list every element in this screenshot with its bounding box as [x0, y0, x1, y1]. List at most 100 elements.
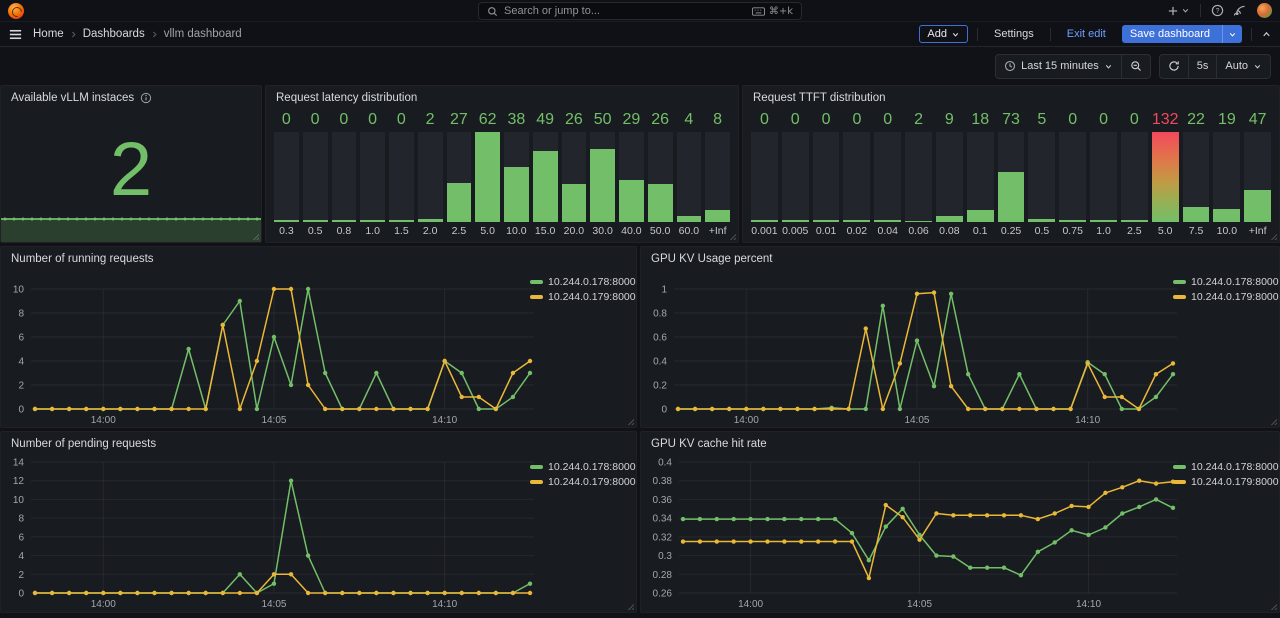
legend-item[interactable]: 10.244.0.179:8000	[530, 291, 626, 303]
stat-value: 2	[110, 132, 152, 208]
legend-item[interactable]: 10.244.0.178:8000	[530, 276, 626, 288]
bar-column: 01.0	[360, 110, 385, 240]
bar-bucket-label: 50.0	[648, 222, 673, 240]
time-series-viz[interactable]: 024681014:0014:0514:1010.244.0.178:80001…	[1, 271, 636, 427]
time-series-viz[interactable]: 00.20.40.60.8114:0014:0514:1010.244.0.17…	[641, 271, 1279, 427]
bar-fill	[705, 210, 730, 222]
save-dashboard-button[interactable]: Save dashboard	[1122, 25, 1242, 43]
panel-title[interactable]: Request latency distribution	[276, 92, 417, 104]
bar-bucket-label: 0.3	[274, 222, 299, 240]
panel-resize-handle[interactable]	[252, 233, 259, 240]
bar-value-label: 0	[843, 110, 870, 132]
bar-value-label: 0	[360, 110, 385, 132]
legend-series-marker	[530, 465, 543, 469]
bar-track	[1213, 132, 1240, 222]
time-series-viz[interactable]: 0.260.280.30.320.340.360.380.414:0014:05…	[641, 456, 1279, 612]
bar-value-label: 5	[1028, 110, 1055, 132]
panel-resize-handle[interactable]	[1270, 418, 1277, 425]
bar-fill	[874, 220, 901, 222]
bar-gauge[interactable]: 00.300.500.801.001.522.0272.5625.03810.0…	[266, 110, 738, 243]
add-menu-button[interactable]	[1167, 5, 1190, 17]
bar-value-label: 26	[648, 110, 673, 132]
svg-text:8: 8	[18, 309, 24, 320]
time-range-picker[interactable]: Last 15 minutes	[996, 55, 1121, 78]
panel-resize-handle[interactable]	[1270, 233, 1277, 240]
bar-value-label: 26	[562, 110, 587, 132]
bar-value-label: 38	[504, 110, 529, 132]
chart-legend: 10.244.0.178:8000 10.244.0.179:8000	[1173, 461, 1269, 488]
bar-track	[677, 132, 702, 222]
svg-text:4: 4	[18, 551, 24, 562]
search-input[interactable]: Search or jump to... ⌘+k	[478, 2, 802, 20]
help-icon[interactable]: ?	[1211, 4, 1224, 17]
bar-value-label: 29	[619, 110, 644, 132]
panel-title[interactable]: Request TTFT distribution	[753, 92, 886, 104]
panel-title[interactable]: Available vLLM instaces	[11, 92, 134, 104]
add-button[interactable]: Add	[919, 25, 968, 43]
bar-fill	[562, 184, 587, 222]
panel-title[interactable]: GPU KV cache hit rate	[651, 438, 767, 450]
legend-item[interactable]: 10.244.0.179:8000	[1173, 476, 1269, 488]
panel-title[interactable]: GPU KV Usage percent	[651, 253, 772, 265]
bar-track	[447, 132, 472, 222]
collapse-controls-button[interactable]	[1261, 29, 1272, 40]
divider	[1251, 28, 1252, 41]
legend-series-marker	[1173, 480, 1186, 484]
legend-item[interactable]: 10.244.0.179:8000	[530, 476, 626, 488]
panel-resize-handle[interactable]	[1270, 603, 1277, 610]
bar-bucket-label: 0.04	[874, 222, 901, 240]
zoom-out-button[interactable]	[1121, 55, 1150, 78]
bar-fill	[677, 216, 702, 222]
bar-track	[303, 132, 328, 222]
grafana-logo[interactable]	[8, 3, 24, 19]
legend-item[interactable]: 10.244.0.178:8000	[1173, 461, 1269, 473]
exit-edit-button[interactable]: Exit edit	[1060, 25, 1113, 43]
svg-text:14: 14	[13, 458, 25, 469]
bar-column: 90.08	[936, 110, 963, 240]
bar-column: 22.0	[418, 110, 443, 240]
bar-value-label: 0	[874, 110, 901, 132]
menu-icon[interactable]	[8, 27, 23, 42]
bar-track	[1090, 132, 1117, 222]
bar-bucket-label: 40.0	[619, 222, 644, 240]
bar-gauge[interactable]: 00.00100.00500.0100.0200.0420.0690.08180…	[743, 110, 1279, 243]
panel-title[interactable]: Number of running requests	[11, 253, 154, 265]
svg-text:14:00: 14:00	[91, 599, 116, 610]
news-icon[interactable]	[1234, 4, 1247, 17]
panel-title[interactable]: Number of pending requests	[11, 438, 156, 450]
info-icon[interactable]	[140, 92, 152, 104]
auto-refresh-picker[interactable]: Auto	[1216, 55, 1270, 78]
chevron-down-icon	[1253, 62, 1262, 71]
bar-fill	[303, 220, 328, 222]
breadcrumb-dashboards[interactable]: Dashboards	[83, 28, 145, 40]
save-options-caret[interactable]	[1222, 25, 1242, 43]
legend-item[interactable]: 10.244.0.178:8000	[1173, 276, 1269, 288]
bar-column: 180.1	[967, 110, 994, 240]
bar-track	[590, 132, 615, 222]
stat-viz[interactable]: 2	[1, 110, 261, 243]
bar-bucket-label: 20.0	[562, 222, 587, 240]
refresh-interval[interactable]: 5s	[1188, 55, 1217, 78]
stat-sparkline	[1, 214, 261, 243]
svg-text:14:05: 14:05	[261, 599, 286, 610]
svg-text:0.2: 0.2	[653, 381, 667, 392]
time-series-viz[interactable]: 0246810121414:0014:0514:1010.244.0.178:8…	[1, 456, 636, 612]
bar-bucket-label: 1.5	[389, 222, 414, 240]
legend-item[interactable]: 10.244.0.179:8000	[1173, 291, 1269, 303]
panel-resize-handle[interactable]	[627, 418, 634, 425]
panel-resize-handle[interactable]	[729, 233, 736, 240]
bar-track	[418, 132, 443, 222]
bar-column: 460.0	[677, 110, 702, 240]
bar-column: 00.02	[843, 110, 870, 240]
panel-resize-handle[interactable]	[627, 603, 634, 610]
bar-track	[619, 132, 644, 222]
breadcrumb-home[interactable]: Home	[33, 28, 64, 40]
refresh-button[interactable]	[1160, 55, 1188, 78]
bar-fill	[1244, 190, 1271, 222]
user-avatar[interactable]	[1257, 3, 1272, 18]
bar-fill	[648, 184, 673, 222]
settings-button[interactable]: Settings	[987, 25, 1041, 43]
svg-text:14:00: 14:00	[738, 599, 763, 610]
legend-item[interactable]: 10.244.0.178:8000	[530, 461, 626, 473]
legend-series-label: 10.244.0.179:8000	[1191, 291, 1279, 303]
